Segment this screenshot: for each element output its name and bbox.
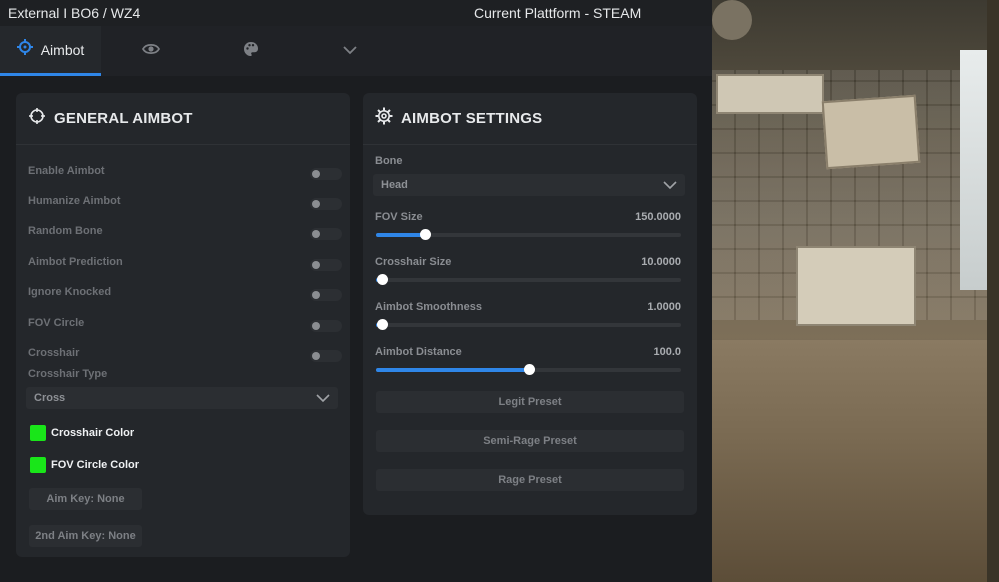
second-aim-key-button[interactable]: 2nd Aim Key: None xyxy=(29,525,142,547)
bone-value: Head xyxy=(381,179,408,191)
fov-circle-color-label: FOV Circle Color xyxy=(51,459,140,471)
general-aimbot-title: GENERAL AIMBOT xyxy=(54,110,193,127)
aimbot-settings-title: AIMBOT SETTINGS xyxy=(401,110,543,127)
fov-circle-toggle[interactable] xyxy=(310,320,342,332)
tab-more[interactable] xyxy=(301,26,399,76)
toggle-label: Enable Aimbot xyxy=(28,165,105,177)
toggle-label: Ignore Knocked xyxy=(28,286,112,298)
door-frame xyxy=(987,0,999,582)
general-aimbot-panel: GENERAL AIMBOT Enable Aimbot Humanize Ai… xyxy=(16,93,350,557)
aimbot-distance-value: 100.0 xyxy=(653,346,681,358)
window-title: External I BO6 / WZ4 xyxy=(8,5,141,21)
slider-thumb[interactable] xyxy=(377,319,389,330)
semi-rage-preset-button[interactable]: Semi-Rage Preset xyxy=(376,430,684,452)
crosshair-icon xyxy=(16,39,33,60)
fov-size-value: 150.0000 xyxy=(635,211,681,223)
aimbot-settings-panel: AIMBOT SETTINGS Bone Head FOV Size 150.0… xyxy=(363,93,697,515)
aimbot-distance-label: Aimbot Distance xyxy=(375,346,462,358)
crosshair-toggle[interactable] xyxy=(310,350,342,362)
title-bar[interactable]: External I BO6 / WZ4 Current Plattform -… xyxy=(0,0,712,26)
crosshair-type-label: Crosshair Type xyxy=(28,368,108,380)
tab-colors[interactable] xyxy=(201,26,301,76)
floor-cabinet xyxy=(796,246,916,326)
slider-thumb[interactable] xyxy=(523,364,535,375)
crosshair-icon xyxy=(28,107,46,130)
aim-key-button[interactable]: Aim Key: None xyxy=(29,488,142,510)
bone-dropdown[interactable]: Head xyxy=(373,174,685,196)
crosshair-size-value: 10.0000 xyxy=(641,256,681,268)
aimbot-smoothness-label: Aimbot Smoothness xyxy=(375,301,482,313)
random-bone-toggle[interactable] xyxy=(310,228,342,240)
tab-aimbot-label: Aimbot xyxy=(40,41,85,58)
humanize-aimbot-toggle[interactable] xyxy=(310,198,342,210)
legit-preset-button[interactable]: Legit Preset xyxy=(376,391,684,413)
aimbot-prediction-toggle[interactable] xyxy=(310,259,342,271)
ceiling-lamp xyxy=(712,0,752,40)
tab-bar: Aimbot xyxy=(0,26,712,76)
fov-circle-color-swatch[interactable] xyxy=(30,457,46,473)
toggle-label: Random Bone xyxy=(28,225,103,237)
crosshair-color-label: Crosshair Color xyxy=(51,427,135,439)
aimbot-settings-header: AIMBOT SETTINGS xyxy=(363,93,697,145)
floor xyxy=(712,340,999,582)
crosshair-size-slider[interactable] xyxy=(376,274,681,285)
tab-aimbot[interactable]: Aimbot xyxy=(0,26,101,76)
game-background xyxy=(712,0,999,582)
chevron-down-icon xyxy=(343,42,357,60)
platform-label: Current Plattform - STEAM xyxy=(474,5,642,21)
crosshair-type-dropdown[interactable]: Cross xyxy=(26,387,338,409)
aimbot-smoothness-value: 1.0000 xyxy=(647,301,681,313)
toggle-label: FOV Circle xyxy=(28,317,85,329)
fov-size-label: FOV Size xyxy=(375,211,423,223)
gear-icon xyxy=(375,107,393,130)
chevron-down-icon xyxy=(663,177,677,195)
palette-icon xyxy=(243,41,259,62)
rage-preset-button[interactable]: Rage Preset xyxy=(376,469,684,491)
ignore-knocked-toggle[interactable] xyxy=(310,289,342,301)
enable-aimbot-toggle[interactable] xyxy=(310,168,342,180)
fov-size-slider[interactable] xyxy=(376,229,681,240)
aimbot-distance-slider[interactable] xyxy=(376,364,681,375)
tab-visuals[interactable] xyxy=(101,26,201,76)
crosshair-type-value: Cross xyxy=(34,392,66,404)
toggle-label: Humanize Aimbot xyxy=(28,195,121,207)
toggle-label: Aimbot Prediction xyxy=(28,256,123,268)
eye-icon xyxy=(141,42,161,61)
crosshair-size-label: Crosshair Size xyxy=(375,256,452,268)
chevron-down-icon xyxy=(316,390,330,408)
wall-cabinet-tilted xyxy=(821,94,921,170)
slider-fill xyxy=(376,233,425,237)
cheat-menu-window: External I BO6 / WZ4 Current Plattform -… xyxy=(0,0,712,582)
crosshair-color-swatch[interactable] xyxy=(30,425,46,441)
aimbot-smoothness-slider[interactable] xyxy=(376,319,681,330)
wall-cabinet xyxy=(716,74,824,114)
general-aimbot-header: GENERAL AIMBOT xyxy=(16,93,350,145)
slider-thumb[interactable] xyxy=(377,274,389,285)
toggle-label: Crosshair xyxy=(28,347,80,359)
bone-label: Bone xyxy=(375,155,403,167)
slider-fill xyxy=(376,368,529,372)
slider-thumb[interactable] xyxy=(419,229,431,240)
